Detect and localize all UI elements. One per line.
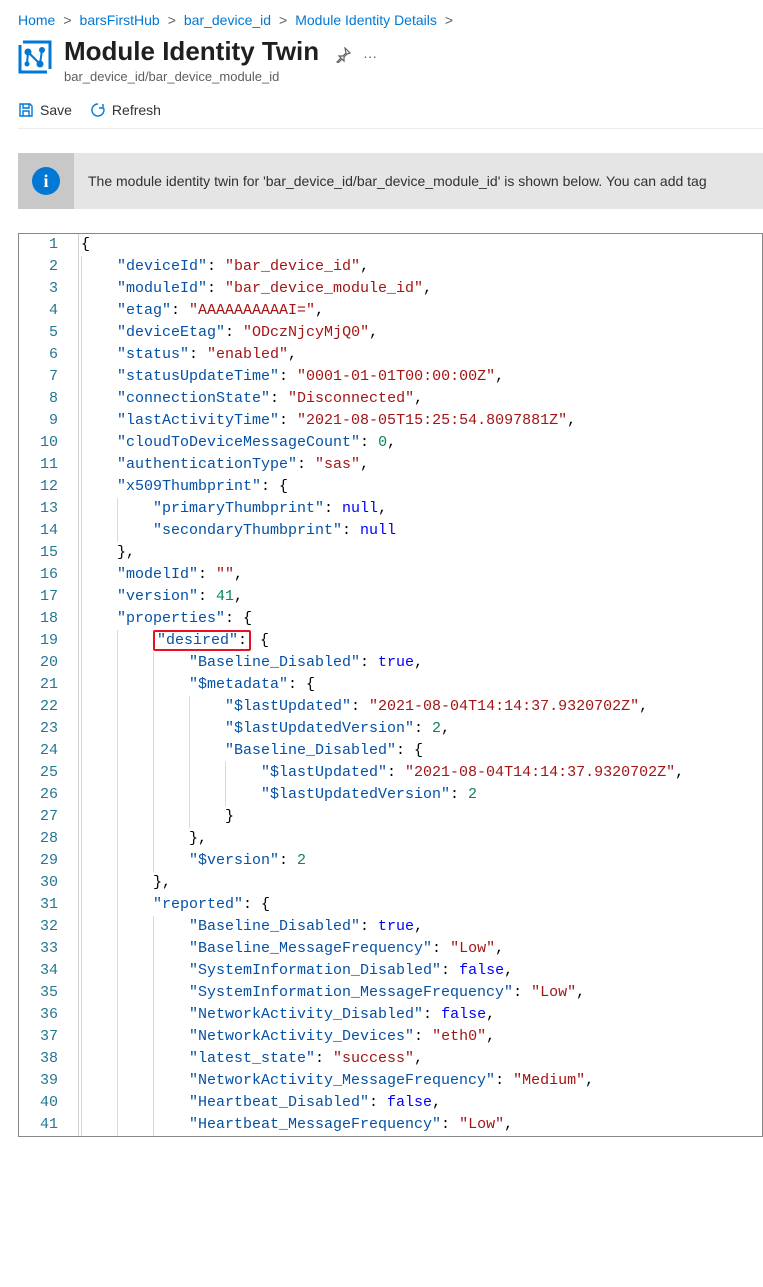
breadcrumb-device[interactable]: bar_device_id (184, 12, 271, 28)
info-icon-box: i (18, 153, 74, 209)
toolbar: Save Refresh (18, 102, 763, 118)
resource-icon (18, 40, 52, 74)
refresh-label: Refresh (112, 102, 161, 118)
breadcrumb-sep: > (279, 12, 287, 28)
breadcrumb-module-details[interactable]: Module Identity Details (295, 12, 437, 28)
breadcrumb-sep: > (168, 12, 176, 28)
breadcrumb-sep: > (445, 12, 453, 28)
save-icon (18, 102, 34, 118)
refresh-button[interactable]: Refresh (90, 102, 161, 118)
code-area[interactable]: {"deviceId": "bar_device_id","moduleId":… (79, 234, 684, 1136)
more-icon[interactable]: ··· (363, 48, 377, 64)
line-gutter: 1234567891011121314151617181920212223242… (19, 234, 79, 1136)
breadcrumb-home[interactable]: Home (18, 12, 55, 28)
save-label: Save (40, 102, 72, 118)
breadcrumb: Home > barsFirstHub > bar_device_id > Module I… (18, 12, 763, 28)
divider (18, 128, 763, 129)
pin-icon[interactable] (335, 47, 351, 66)
info-bar: i The module identity twin for 'bar_devi… (18, 153, 763, 209)
info-text: The module identity twin for 'bar_device… (74, 173, 721, 189)
page-subtitle: bar_device_id/bar_device_module_id (64, 69, 377, 84)
refresh-icon (90, 102, 106, 118)
info-icon: i (32, 167, 60, 195)
json-editor[interactable]: 1234567891011121314151617181920212223242… (18, 233, 763, 1137)
page-title: Module Identity Twin (64, 36, 319, 67)
save-button[interactable]: Save (18, 102, 72, 118)
breadcrumb-sep: > (63, 12, 71, 28)
breadcrumb-hub[interactable]: barsFirstHub (80, 12, 160, 28)
